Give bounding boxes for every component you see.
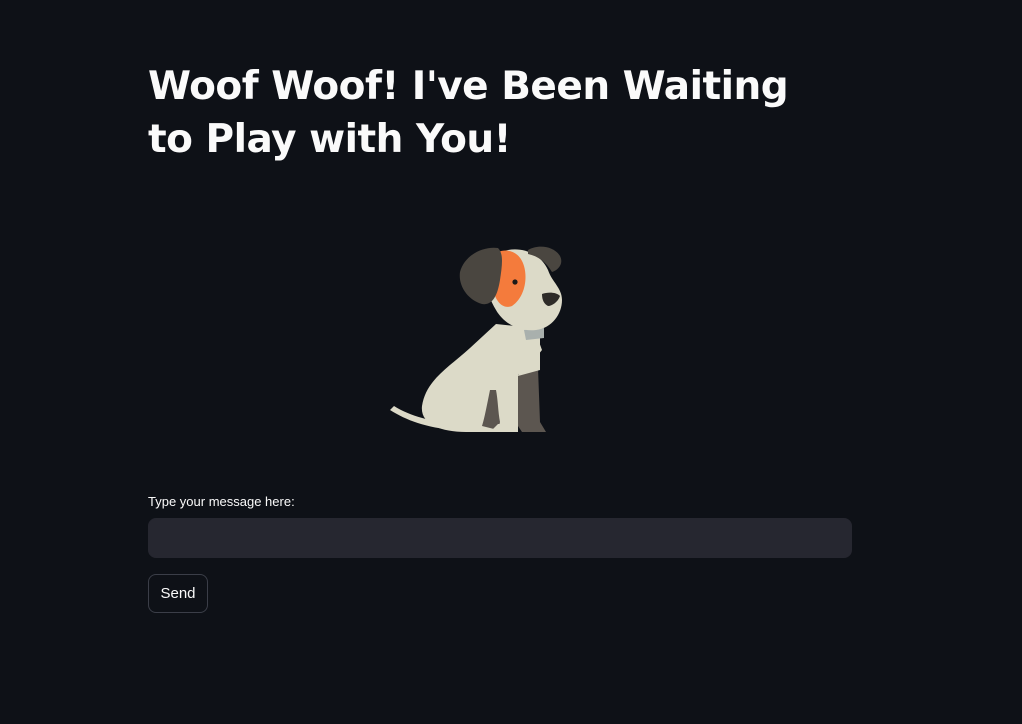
message-input-label: Type your message here: bbox=[148, 494, 295, 509]
message-input[interactable] bbox=[148, 518, 852, 558]
app-window: Woof Woof! I've Been Waiting to Play wit… bbox=[0, 0, 1022, 724]
sitting-dog-icon bbox=[390, 246, 562, 432]
page-title: Woof Woof! I've Been Waiting to Play wit… bbox=[148, 64, 789, 162]
dog-image bbox=[386, 240, 570, 436]
send-button[interactable]: Send bbox=[148, 574, 208, 613]
